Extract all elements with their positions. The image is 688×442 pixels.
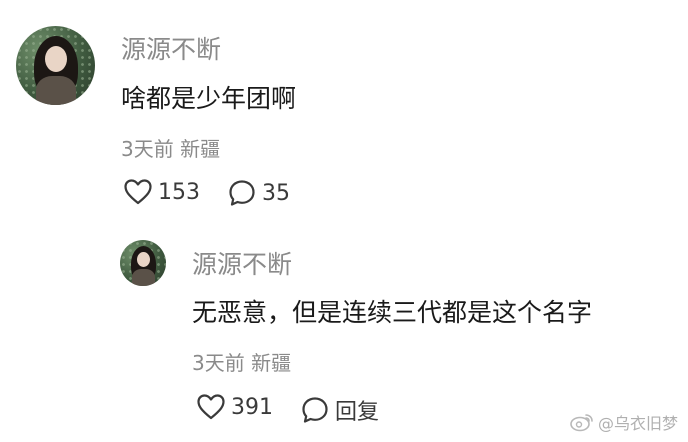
watermark-text: @乌衣旧梦 <box>597 414 678 433</box>
comment-bubble-icon <box>229 180 255 206</box>
comment-bubble-icon <box>302 397 328 423</box>
reply-like-button[interactable]: 391 <box>197 394 273 420</box>
watermark: @乌衣旧梦 <box>570 410 678 434</box>
reply-meta: 3天前 新疆 <box>192 351 292 375</box>
reply-text: 无恶意，但是连续三代都是这个名字 <box>192 298 593 327</box>
reply-username[interactable]: 源源不断 <box>192 245 292 281</box>
comment-meta: 3天前 新疆 <box>121 137 221 161</box>
avatar-body <box>132 269 155 286</box>
avatar-face <box>137 252 150 267</box>
avatar-body <box>36 76 76 105</box>
avatar-face <box>45 46 67 72</box>
comment-username[interactable]: 源源不断 <box>121 30 221 66</box>
like-count: 153 <box>158 179 200 205</box>
avatar[interactable] <box>16 26 95 105</box>
reply-label: 回复 <box>335 400 380 425</box>
heart-icon <box>124 179 152 205</box>
reply-count: 35 <box>262 180 290 206</box>
reply-count-button[interactable]: 35 <box>228 179 290 207</box>
heart-icon <box>197 394 225 420</box>
weibo-logo-icon <box>570 414 593 432</box>
comment-text: 啥都是少年团啊 <box>121 84 297 113</box>
like-button[interactable]: 153 <box>124 179 200 205</box>
reply-button[interactable]: 回复 <box>301 394 379 426</box>
reply-like-count: 391 <box>231 394 273 420</box>
reply-avatar[interactable] <box>120 240 166 286</box>
